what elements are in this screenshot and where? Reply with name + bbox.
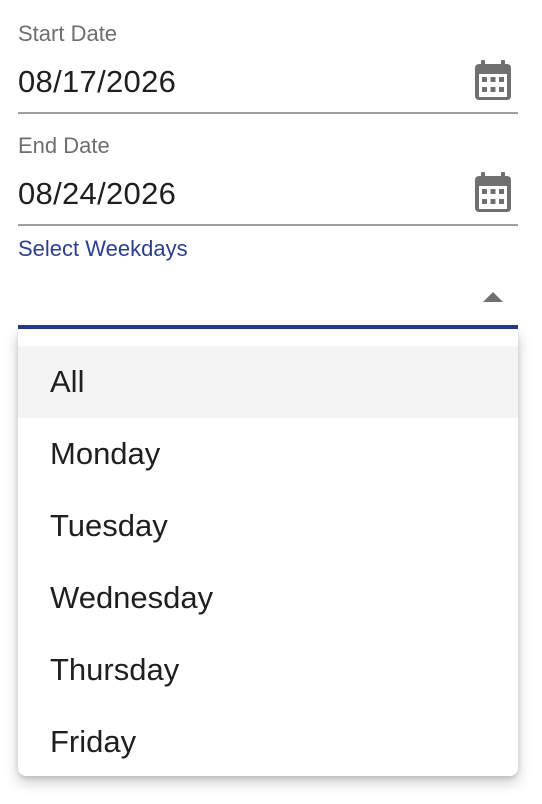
calendar-icon[interactable]	[474, 172, 512, 214]
start-date-underline	[18, 112, 518, 114]
weekdays-select[interactable]: Select Weekdays	[18, 227, 518, 331]
date-range-form: Start Date 08/17/2026 End Date 08/24/202…	[0, 0, 542, 804]
end-date-underline	[18, 224, 518, 226]
weekdays-dropdown-menu: All Monday Tuesday Wednesday Thursday Fr…	[18, 330, 518, 776]
calendar-icon[interactable]	[474, 60, 512, 102]
menu-item-thursday[interactable]: Thursday	[18, 634, 518, 706]
start-date-input[interactable]: 08/17/2026	[18, 64, 176, 100]
menu-item-friday[interactable]: Friday	[18, 706, 518, 776]
start-date-label: Start Date	[18, 21, 118, 46]
weekdays-label: Select Weekdays	[18, 236, 188, 261]
caret-up-icon[interactable]	[483, 292, 503, 302]
start-date-field[interactable]: Start Date 08/17/2026	[18, 0, 518, 115]
menu-item-monday[interactable]: Monday	[18, 418, 518, 490]
menu-item-tuesday[interactable]: Tuesday	[18, 490, 518, 562]
menu-item-wednesday[interactable]: Wednesday	[18, 562, 518, 634]
end-date-input[interactable]: 08/24/2026	[18, 176, 176, 212]
menu-item-all[interactable]: All	[18, 346, 518, 418]
end-date-field[interactable]: End Date 08/24/2026	[18, 115, 518, 227]
end-date-label: End Date	[18, 133, 110, 158]
weekdays-underline-active	[18, 325, 518, 329]
